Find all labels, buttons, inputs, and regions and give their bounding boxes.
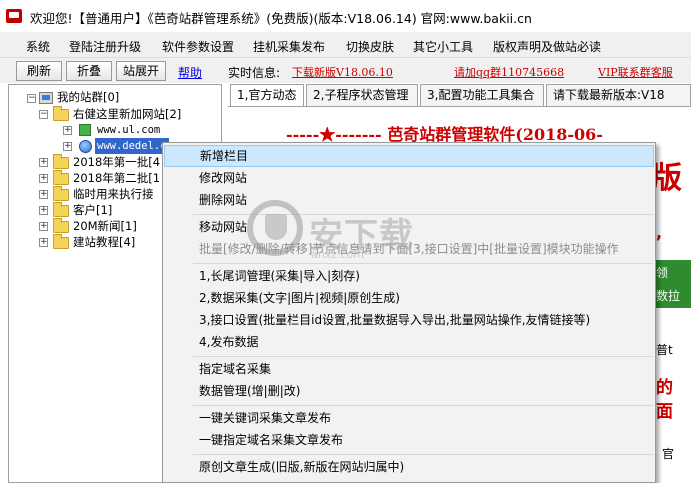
tree-folder[interactable]: 建站教程[4]: [73, 234, 135, 250]
menu-item-delete-site[interactable]: 删除网站: [164, 189, 654, 211]
vip-link[interactable]: VIP联系群客服: [598, 64, 673, 80]
expand-icon[interactable]: +: [39, 190, 48, 199]
folder-icon: [53, 218, 69, 233]
tree-folder[interactable]: 2018年第二批[1: [73, 170, 160, 186]
globe-icon: [79, 140, 92, 153]
expand-sites-button[interactable]: 站展开: [116, 61, 166, 81]
tree-site-selected[interactable]: www.dedel.c: [95, 138, 169, 154]
menu-skin[interactable]: 切换皮肤: [346, 38, 394, 55]
download-link[interactable]: 下载新版V18.06.10: [292, 64, 393, 80]
content-fragment: 官: [662, 447, 675, 461]
content-fragment: 普t: [656, 343, 673, 357]
menu-item-add-column[interactable]: 新增栏目: [164, 145, 654, 167]
menu-item-oneclick-keyword[interactable]: 一键关键词采集文章发布: [164, 407, 654, 429]
help-link[interactable]: 帮助: [178, 64, 202, 81]
title-bar: 欢迎您!【普通用户】《芭奇站群管理系统》(免费版)(版本:V18.06.14) …: [0, 0, 691, 32]
tree-folder[interactable]: 客户[1]: [73, 202, 112, 218]
tree-group[interactable]: 右健这里新加网站[2]: [73, 106, 181, 122]
content-fragment: ,: [656, 223, 663, 242]
qq-group-link[interactable]: 请加qq群110745668: [454, 64, 564, 80]
menu-login-register[interactable]: 登陆注册升级: [69, 38, 141, 55]
info-label: 实时信息:: [228, 66, 281, 80]
expand-icon[interactable]: +: [39, 158, 48, 167]
expand-icon[interactable]: +: [39, 238, 48, 247]
menu-separator: [193, 356, 653, 357]
menu-system[interactable]: 系统: [26, 38, 50, 55]
content-fragment: 面: [656, 402, 673, 422]
site-icon: [79, 124, 91, 136]
content-fragment: 的: [656, 378, 673, 398]
folder-icon: [53, 234, 69, 249]
menu-copyright[interactable]: 版权声明及做站必读: [493, 38, 601, 55]
collapse-button[interactable]: 折叠: [66, 61, 112, 81]
expand-icon[interactable]: +: [63, 126, 72, 135]
tree-folder[interactable]: 临时用来执行接: [73, 186, 154, 202]
refresh-button[interactable]: 刷新: [16, 61, 62, 81]
menu-item-longtail-keywords[interactable]: 1,长尾词管理(采集|导入|刻存): [164, 265, 654, 287]
tab-download-latest[interactable]: 请下载最新版本:V18: [546, 84, 691, 106]
menu-tools[interactable]: 其它小工具: [413, 38, 473, 55]
folder-icon: [53, 154, 69, 169]
expand-icon[interactable]: +: [39, 222, 48, 231]
tree-site[interactable]: www.ul.com: [97, 122, 160, 138]
menu-item-edit-site[interactable]: 修改网站: [164, 167, 654, 189]
menu-bar: 系统 登陆注册升级 软件参数设置 挂机采集发布 切换皮肤 其它小工具 版权声明及…: [0, 32, 691, 58]
menu-separator: [193, 214, 653, 215]
folder-icon: [53, 186, 69, 201]
expand-icon[interactable]: +: [39, 206, 48, 215]
content-fragment: 数拉: [656, 289, 681, 303]
tab-official-news[interactable]: 1,官方动态: [230, 84, 304, 106]
menu-item-original-article[interactable]: 原创文章生成(旧版,新版在网站归属中): [164, 456, 654, 478]
toolbar: 刷新 折叠 站展开 帮助 实时信息: 下载新版V18.06.10 请加qq群11…: [0, 58, 691, 83]
content-fragment-green: 领 数拉: [656, 260, 691, 308]
menu-item-oneclick-domain[interactable]: 一键指定域名采集文章发布: [164, 429, 654, 451]
menu-settings[interactable]: 软件参数设置: [162, 38, 234, 55]
tree-root[interactable]: 我的站群[0]: [57, 89, 119, 105]
tab-subprogram-status[interactable]: 2,子程序状态管理: [306, 84, 418, 106]
collapse-icon[interactable]: −: [39, 110, 48, 119]
menu-collect-publish[interactable]: 挂机采集发布: [253, 38, 325, 55]
menu-item-batch-note: 批量[修改/删除/转移]节点信息请到下面[3,接口设置]中[批量设置]模块功能操…: [199, 242, 619, 256]
context-menu: 新增栏目 修改网站 删除网站 移动网站 批量[修改/删除/转移]节点信息请到下面…: [162, 142, 656, 483]
app-icon: [6, 9, 22, 23]
folder-icon: [53, 202, 69, 217]
tree-folder[interactable]: 2018年第一批[4: [73, 154, 160, 170]
tree-folder[interactable]: 20M新闻[1]: [73, 218, 137, 234]
menu-item-interface-settings[interactable]: 3,接口设置(批量栏目id设置,批量数据导入导出,批量网站操作,友情链接等): [164, 309, 654, 331]
tab-config-tools[interactable]: 3,配置功能工具集合: [420, 84, 544, 106]
menu-item-publish-data[interactable]: 4,发布数据: [164, 331, 654, 353]
menu-item-data-collect[interactable]: 2,数据采集(文字|图片|视频|原创生成): [164, 287, 654, 309]
menu-item-domain-collect[interactable]: 指定域名采集: [164, 358, 654, 380]
content-fragment: 版: [652, 161, 682, 196]
content-fragment: 领: [656, 266, 669, 280]
window-title: 欢迎您!【普通用户】《芭奇站群管理系统》(免费版)(版本:V18.06.14) …: [30, 11, 532, 26]
expand-icon[interactable]: +: [63, 142, 72, 151]
tab-strip: 1,官方动态 2,子程序状态管理 3,配置功能工具集合 请下载最新版本:V18: [228, 84, 691, 106]
menu-separator: [193, 405, 653, 406]
menu-item-move-site[interactable]: 移动网站: [164, 216, 654, 238]
computer-icon: [39, 92, 53, 104]
collapse-icon[interactable]: −: [27, 94, 36, 103]
expand-icon[interactable]: +: [39, 174, 48, 183]
folder-open-icon: [53, 106, 69, 121]
menu-separator: [193, 454, 653, 455]
menu-separator: [193, 263, 653, 264]
folder-icon: [53, 170, 69, 185]
menu-item-data-manage[interactable]: 数据管理(增|删|改): [164, 380, 654, 402]
